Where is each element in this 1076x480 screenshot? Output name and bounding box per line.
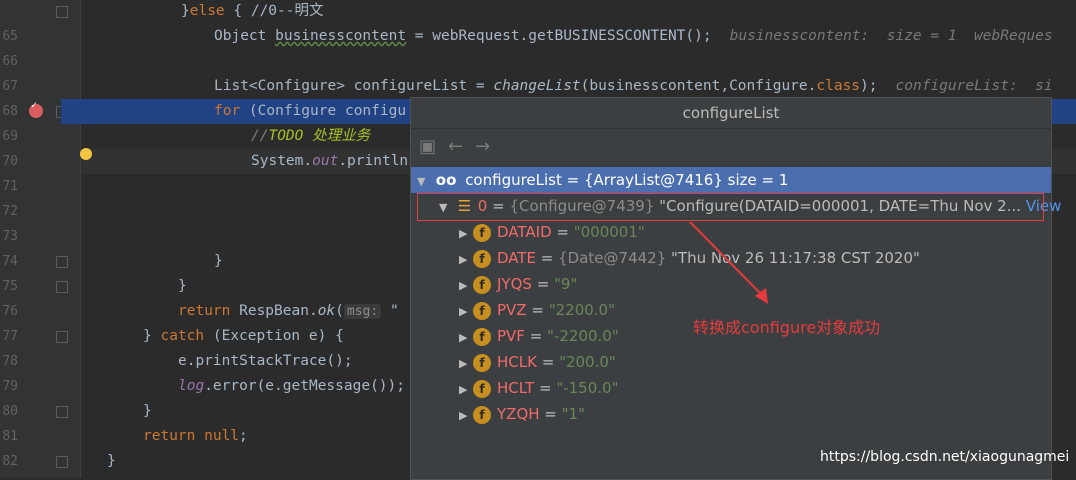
annotation-arrow [689, 221, 768, 304]
annotation-text: 转换成configure对象成功 [693, 318, 881, 337]
watermark-text: https://blog.csdn.net/xiaogunagmei [820, 449, 1070, 465]
